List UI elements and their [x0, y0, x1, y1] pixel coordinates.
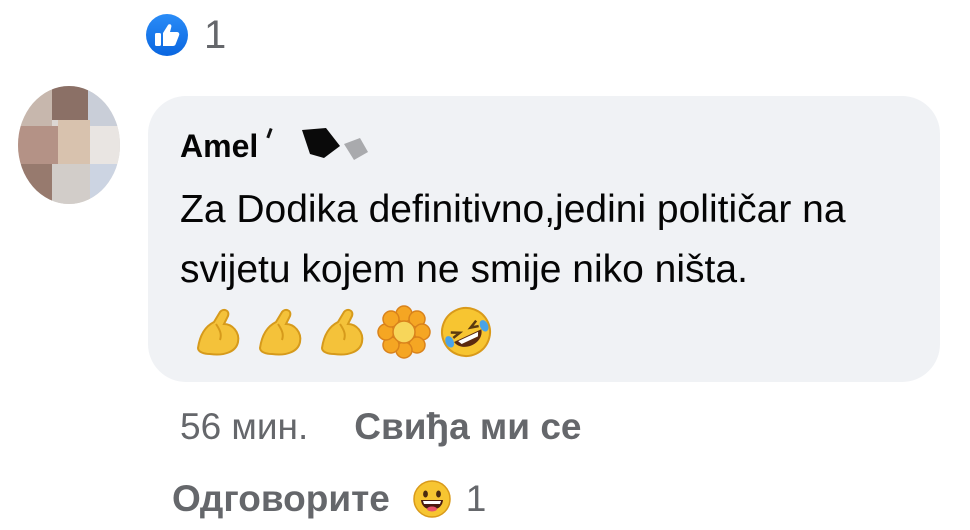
comment-meta: 56 мин. Свиђа ми се — [180, 406, 582, 448]
flexed-biceps-icon — [258, 308, 302, 356]
reaction-summary[interactable]: 1 — [146, 14, 226, 56]
comment-text: Za Dodika definitivno,jedini političar n… — [180, 180, 910, 360]
avatar[interactable] — [18, 86, 120, 204]
reply-reaction-count: 1 — [465, 478, 487, 519]
rolling-on-floor-laughing-icon — [441, 306, 491, 357]
comment-emojis — [190, 304, 494, 360]
reply-row: Одговорите 1 — [172, 478, 486, 520]
reaction-count: 1 — [204, 13, 227, 57]
redaction-mark — [264, 124, 374, 169]
grinning-face-icon[interactable] — [412, 479, 452, 519]
comment-author[interactable]: Amel — [180, 128, 258, 165]
thumbs-up-icon — [146, 14, 188, 56]
comment-bubble: Amel Za Dodika definitivno,jedini politi… — [148, 96, 940, 382]
flexed-biceps-icon — [320, 308, 364, 356]
comment-time[interactable]: 56 мин. — [180, 406, 308, 448]
reply-button[interactable]: Одговорите — [172, 478, 390, 520]
comment-text-body: Za Dodika definitivno,jedini političar n… — [180, 188, 846, 291]
flexed-biceps-icon — [196, 308, 240, 356]
flower-icon — [377, 304, 431, 359]
like-button[interactable]: Свиђа ми се — [354, 406, 581, 448]
